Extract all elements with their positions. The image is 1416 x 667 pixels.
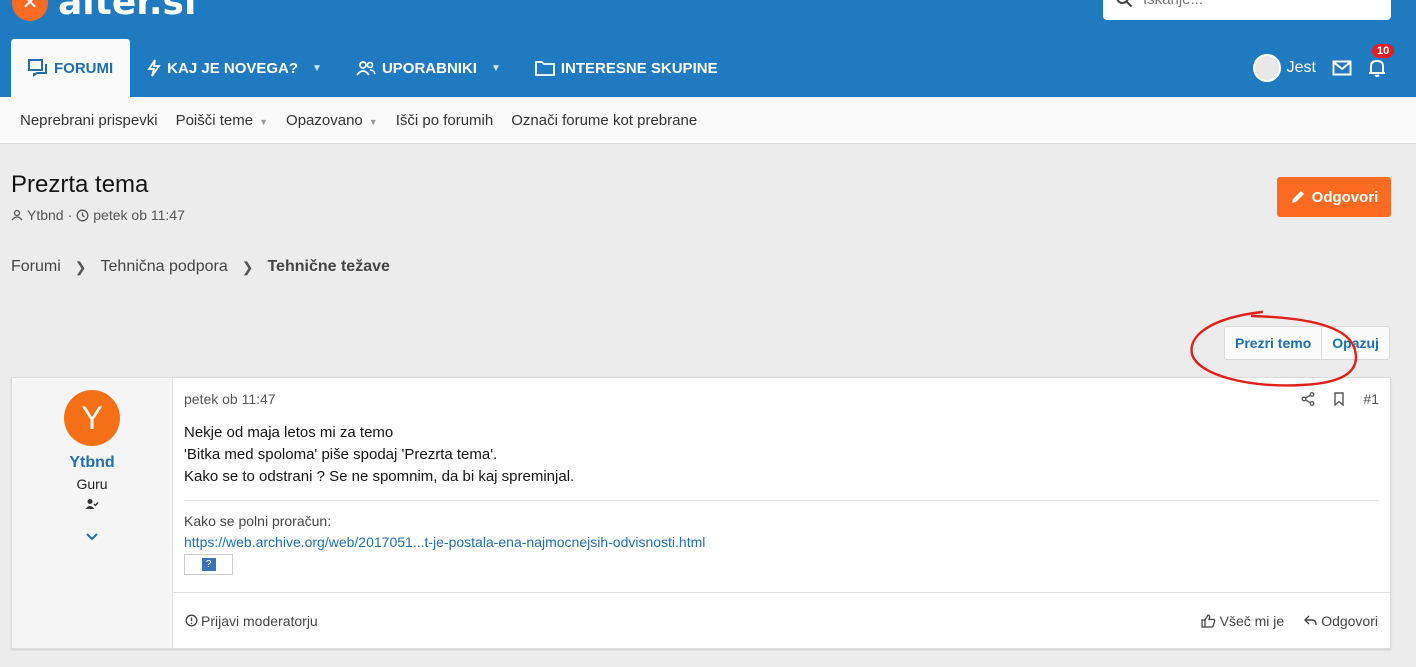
user-check-icon <box>85 498 99 513</box>
nav-tab-label: Kaj je novega? <box>167 59 299 77</box>
post-body: Nekje od maja letos mi za temo 'Bitka me… <box>184 422 574 488</box>
subnav-item-poisci-teme[interactable]: Poišči teme ▼ <box>176 112 268 129</box>
post-body-line: Kako se to odstrani ? Se ne spomnim, da … <box>184 468 575 485</box>
logo-text: alter.si <box>58 0 197 23</box>
pencil-icon <box>1290 189 1306 205</box>
main-nav: Forumi Kaj je novega? ▼ Uporabniki ▼ Int… <box>11 39 735 97</box>
forum-icon <box>28 59 48 77</box>
post-actions: #1 <box>1301 391 1379 407</box>
meta-separator: · <box>67 207 73 223</box>
post-footer-actions: Všeč mi je Odgovori <box>1200 613 1378 629</box>
chevron-down-icon[interactable] <box>86 529 98 544</box>
chevron-right-icon: ❯ <box>74 258 87 275</box>
report-link[interactable]: Prijavi moderatorju <box>185 613 318 629</box>
thread-action-buttons: Prezri temo Opazuj <box>1224 326 1390 360</box>
nav-tab-uporabniki[interactable]: Uporabniki ▼ <box>339 39 518 97</box>
breadcrumb-item-tehnicne-tezave[interactable]: Tehnične težave <box>267 258 389 276</box>
search-box[interactable] <box>1103 0 1391 20</box>
folder-icon <box>534 60 555 76</box>
chevron-down-icon: ▼ <box>259 116 269 127</box>
notification-badge: 10 <box>1372 44 1395 58</box>
users-icon <box>356 60 376 76</box>
site-logo[interactable]: ✕ alter.si <box>12 0 196 23</box>
ignore-thread-button[interactable]: Prezri temo <box>1225 327 1321 359</box>
search-input[interactable] <box>1143 0 1363 8</box>
nav-tab-label: Interesne skupine <box>560 59 718 77</box>
post-user-column: Y Ytbnd Guru <box>12 378 173 648</box>
post-date[interactable]: petek ob 11:47 <box>184 391 276 407</box>
nav-tab-label: Forumi <box>54 59 114 77</box>
sub-nav: Neprebrani prispevki Poišči teme ▼ Opazov… <box>0 97 1416 144</box>
logo-mark-icon: ✕ <box>12 0 48 21</box>
watch-thread-button[interactable]: Opazuj <box>1321 327 1389 359</box>
thread-author[interactable]: Ytbnd <box>27 207 64 223</box>
user-nav: Jest 10 <box>1252 39 1395 97</box>
signature-divider <box>184 500 1379 501</box>
reply-button-label: Odgovori <box>1311 188 1379 206</box>
bolt-icon <box>147 59 161 77</box>
subnav-item-oznaci[interactable]: Označi forume kot prebrane <box>511 112 697 129</box>
chevron-down-icon[interactable]: ▼ <box>491 63 501 74</box>
page-title: Prezrta tema <box>11 171 149 198</box>
post-username[interactable]: Ytbnd <box>69 454 114 472</box>
envelope-icon[interactable] <box>1332 60 1352 76</box>
signature-link[interactable]: https://web.archive.org/web/2017051...t-… <box>184 534 705 550</box>
clock-icon <box>76 209 89 222</box>
reply-arrow-icon <box>1304 615 1317 626</box>
nav-tab-forumi[interactable]: Forumi <box>11 39 131 97</box>
nav-tab-label: Uporabniki <box>381 59 477 77</box>
post-number[interactable]: #1 <box>1363 391 1379 407</box>
thread-meta: Ytbnd · petek ob 11:47 <box>11 207 185 223</box>
bell-icon[interactable]: 10 <box>1368 44 1395 78</box>
nav-tab-interesne-skupine[interactable]: Interesne skupine <box>518 39 735 97</box>
post-user-title: Guru <box>76 476 108 492</box>
nav-tab-kaj-je-novega[interactable]: Kaj je novega? ▼ <box>130 39 339 97</box>
subnav-item-opazovano[interactable]: Opazovano ▼ <box>286 112 378 129</box>
signature-image: ? <box>184 554 233 575</box>
subnav-item-isci[interactable]: Išči po forumih <box>396 112 494 129</box>
username-label: Jest <box>1286 59 1316 76</box>
thread-date[interactable]: petek ob 11:47 <box>93 207 185 223</box>
chevron-down-icon[interactable]: ▼ <box>312 63 322 74</box>
post-content: petek ob 11:47 #1 Nekje od maja letos mi… <box>173 378 1390 648</box>
site-header: ✕ alter.si Forumi Kaj je novega? ▼ Upora… <box>0 0 1416 97</box>
chevron-right-icon: ❯ <box>241 258 254 275</box>
user-menu[interactable]: Jest <box>1252 54 1316 82</box>
avatar <box>1252 54 1281 82</box>
search-icon <box>1115 0 1133 8</box>
chevron-down-icon: ▼ <box>368 116 378 127</box>
signature-label: Kako se polni proračun: <box>184 513 332 529</box>
thumbs-up-icon <box>1200 613 1216 628</box>
breadcrumb-item-forumi[interactable]: Forumi <box>11 258 61 276</box>
post-body-line: 'Bitka med spoloma' piše spodaj 'Prezrta… <box>184 446 498 463</box>
post-body-line: Nekje od maja letos mi za temo <box>184 424 394 441</box>
user-icon <box>11 209 23 221</box>
alert-circle-icon <box>185 614 198 627</box>
broken-image-icon: ? <box>201 558 216 571</box>
share-icon[interactable] <box>1301 391 1315 407</box>
avatar[interactable]: Y <box>64 390 120 446</box>
reply-button[interactable]: Odgovori <box>1277 177 1391 217</box>
post-footer: Prijavi moderatorju Všeč mi je Odgovori <box>173 592 1390 648</box>
breadcrumb-item-tehnicna-podpora[interactable]: Tehnična podpora <box>101 258 228 276</box>
breadcrumb: Forumi ❯ Tehnična podpora ❯ Tehnične tež… <box>11 258 390 276</box>
post: Y Ytbnd Guru petek ob 11:47 #1 Nekje od … <box>11 377 1391 649</box>
bookmark-icon[interactable] <box>1333 391 1345 407</box>
like-button[interactable]: Všeč mi je <box>1200 613 1284 629</box>
subnav-item-neprebrani[interactable]: Neprebrani prispevki <box>20 112 158 129</box>
reply-link[interactable]: Odgovori <box>1304 613 1378 629</box>
